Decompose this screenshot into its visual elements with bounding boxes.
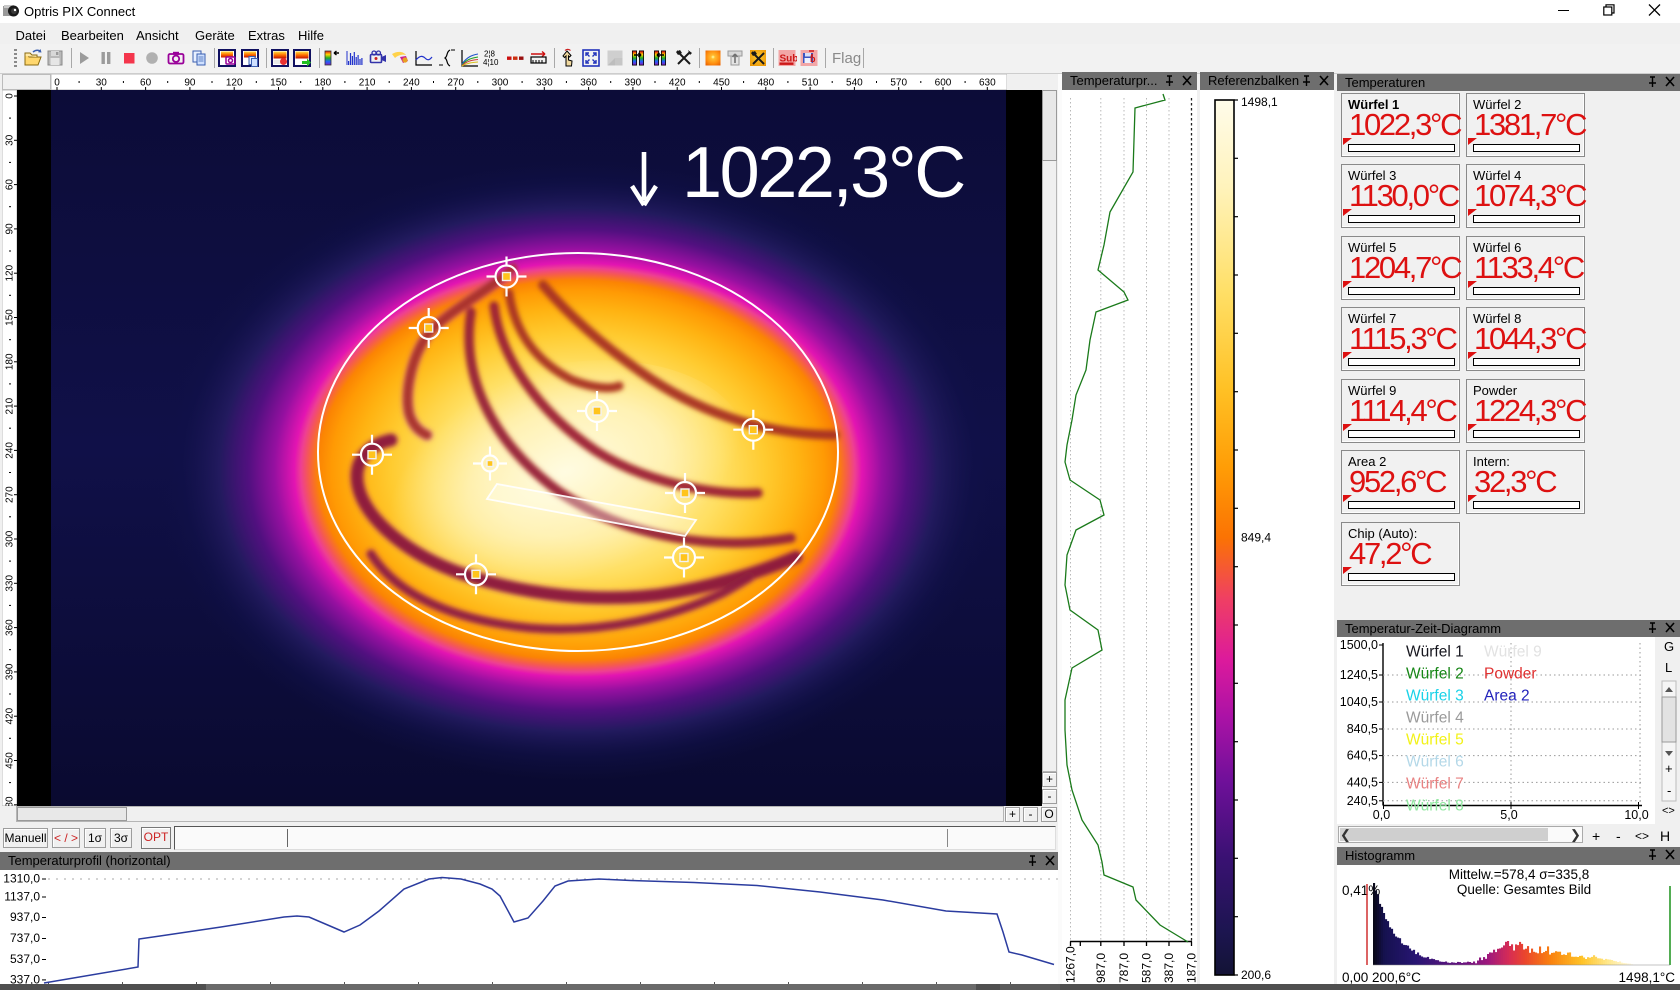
svg-text:387,0: 387,0 [1162,953,1176,983]
svg-text:Würfel 6: Würfel 6 [1406,754,1464,771]
svg-text:360: 360 [580,78,597,89]
svg-text:987,0: 987,0 [1094,953,1108,983]
svg-text:150: 150 [270,78,287,89]
svg-text:1267,0: 1267,0 [1064,946,1078,983]
svg-text:240: 240 [5,442,16,459]
svg-text:640,5: 640,5 [1347,749,1378,763]
svg-text:0: 0 [5,93,16,99]
svg-text:<>: <> [1662,805,1675,817]
svg-text:1500,0: 1500,0 [1340,638,1378,652]
svg-text:300: 300 [5,530,16,547]
svg-text:10,0: 10,0 [1624,808,1648,822]
svg-text:849,4: 849,4 [1241,531,1271,545]
svg-text:120: 120 [226,78,243,89]
svg-text:570: 570 [890,78,907,89]
svg-text:630: 630 [979,78,996,89]
svg-text:Würfel 8: Würfel 8 [1406,798,1464,815]
svg-text:937,0: 937,0 [10,910,40,924]
svg-text:1310,0: 1310,0 [3,872,40,886]
svg-text:Würfel 9: Würfel 9 [1484,644,1542,661]
svg-text:540: 540 [846,78,863,89]
svg-text:1240,5: 1240,5 [1340,668,1378,682]
svg-text:L: L [1665,660,1672,675]
svg-text:450: 450 [5,752,16,769]
svg-text:+: + [1665,761,1673,776]
svg-text:270: 270 [447,78,464,89]
svg-text:G: G [1664,639,1674,654]
svg-text:90: 90 [184,78,196,89]
svg-text:0,0: 0,0 [1373,808,1390,822]
svg-text:480: 480 [5,796,16,806]
svg-text:180: 180 [5,353,16,370]
svg-text:Powder: Powder [1484,666,1537,683]
svg-text:4¦10: 4¦10 [483,58,499,67]
svg-text:390: 390 [625,78,642,89]
svg-text:5,0: 5,0 [1500,808,1517,822]
svg-text:480: 480 [757,78,774,89]
svg-text:200,6: 200,6 [1241,968,1271,982]
svg-text:390: 390 [5,663,16,680]
svg-text:Mittelw.=578,4 σ=335,8: Mittelw.=578,4 σ=335,8 [1449,867,1589,882]
svg-text:420: 420 [5,707,16,724]
svg-text:Würfel 3: Würfel 3 [1406,688,1464,705]
svg-text:-: - [1667,783,1671,798]
svg-text:Würfel 7: Würfel 7 [1406,776,1464,793]
svg-text:210: 210 [5,397,16,414]
svg-text:270: 270 [5,486,16,503]
svg-text:1498,1: 1498,1 [1241,95,1278,109]
svg-text:240,5: 240,5 [1347,794,1378,808]
svg-text:587,0: 587,0 [1140,953,1154,983]
svg-text:Würfel 1: Würfel 1 [1406,644,1464,661]
svg-text:0: 0 [54,78,60,89]
svg-text:600: 600 [935,78,952,89]
svg-text:1137,0: 1137,0 [4,890,40,904]
svg-text:440,5: 440,5 [1347,775,1378,789]
svg-text:60: 60 [140,78,152,89]
svg-text:187,0: 187,0 [1185,953,1198,983]
svg-text:0,00: 0,00 [1342,970,1368,984]
svg-text:b: b [810,54,816,64]
svg-text:Würfel 5: Würfel 5 [1406,732,1464,749]
svg-text:840,5: 840,5 [1347,722,1378,736]
svg-text:Area 2: Area 2 [1484,688,1530,705]
svg-text:Würfel 4: Würfel 4 [1406,710,1464,727]
svg-text:360: 360 [5,619,16,636]
svg-text:737,0: 737,0 [10,931,40,945]
svg-text:420: 420 [669,78,686,89]
svg-text:510: 510 [802,78,819,89]
svg-text:1022,3°C: 1022,3°C [682,133,964,213]
svg-text:Würfel 2: Würfel 2 [1406,666,1464,683]
svg-text:30: 30 [5,134,16,146]
svg-text:787,0: 787,0 [1117,953,1131,983]
svg-text:300: 300 [492,78,509,89]
svg-text:240: 240 [403,78,420,89]
svg-text:537,0: 537,0 [10,952,40,966]
svg-text:90: 90 [5,223,16,235]
svg-text:450: 450 [713,78,730,89]
svg-text:200,6°C: 200,6°C [1372,970,1421,984]
svg-text:180: 180 [314,78,331,89]
svg-text:150: 150 [5,309,16,326]
svg-text:120: 120 [5,264,16,281]
svg-text:330: 330 [536,78,553,89]
svg-text:210: 210 [359,78,376,89]
svg-text:1498,1°C: 1498,1°C [1619,970,1676,984]
svg-text:1040,5: 1040,5 [1340,695,1378,709]
svg-text:30: 30 [96,78,108,89]
svg-text:330: 330 [5,575,16,592]
svg-text:60: 60 [5,179,16,191]
svg-text:Quelle: Gesamtes Bild: Quelle: Gesamtes Bild [1457,882,1591,897]
